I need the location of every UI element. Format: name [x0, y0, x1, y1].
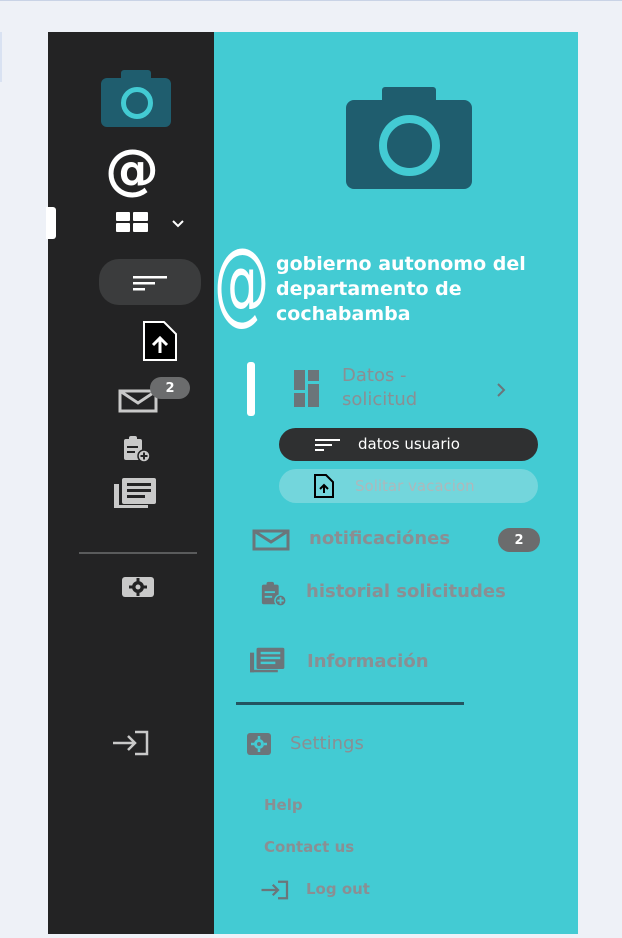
camera-icon [346, 87, 472, 189]
clipboard-add-icon[interactable] [122, 434, 152, 464]
news-icon [250, 647, 285, 673]
menu-item-label: Información [307, 651, 429, 672]
collapsed-sidebar: @ 2 [46, 32, 214, 934]
submenu-item-request-vacation[interactable]: Solitar vacacion [279, 469, 538, 503]
menu-item-settings[interactable]: Settings [246, 727, 446, 761]
menu-group-label: Datos - solicitud [342, 365, 418, 410]
menu-item-notifications[interactable]: notificaciónes 2 [252, 522, 542, 558]
group-active-indicator [247, 362, 255, 416]
logout-icon [261, 880, 289, 900]
rail-divider [79, 552, 197, 554]
upload-file-icon [314, 474, 334, 498]
help-link[interactable]: Help [264, 795, 303, 815]
sort-icon [133, 276, 167, 291]
expanded-sidebar: @ gobierno autonomo del departamento de … [214, 32, 578, 934]
panel-divider [236, 702, 464, 705]
submenu-item-label: Solitar vacacion [355, 477, 475, 495]
menu-item-label: historial solicitudes [306, 581, 506, 602]
logout-icon[interactable] [111, 730, 151, 756]
clipboard-add-icon [261, 581, 287, 607]
menu-item-history[interactable]: historial solicitudes [260, 576, 550, 612]
menu-group-datos-solicitud[interactable]: Datos - solicitud [294, 362, 514, 414]
sort-icon [315, 439, 340, 451]
notifications-badge: 2 [498, 528, 540, 552]
logout-button[interactable]: Log out [260, 876, 440, 906]
at-sign-icon: @ [105, 138, 159, 201]
at-sign-icon: @ [214, 228, 270, 335]
window-left-accent [0, 32, 2, 82]
dashboard-toggle[interactable] [116, 210, 192, 238]
menu-item-label: Settings [290, 733, 364, 754]
submenu-item-label: datos usuario [358, 435, 460, 453]
settings-icon [247, 733, 271, 755]
submenu-item-user-data[interactable]: datos usuario [279, 428, 538, 461]
dashboard-icon [116, 212, 148, 232]
menu-item-info[interactable]: Información [250, 642, 540, 682]
settings-icon[interactable] [120, 574, 156, 600]
menu-item-label: notificaciónes [309, 528, 451, 549]
dashboard-icon [294, 370, 319, 407]
chevron-right-icon [497, 383, 506, 397]
logout-label: Log out [306, 880, 370, 898]
messages-badge: 2 [150, 377, 190, 399]
window-top-border [0, 0, 622, 1]
chevron-down-icon [172, 220, 184, 228]
active-indicator [46, 207, 56, 239]
organization-name: gobierno autonomo del departamento de co… [276, 253, 526, 325]
upload-file-icon[interactable] [142, 320, 178, 362]
rail-item-user-data[interactable] [99, 259, 201, 305]
mail-icon [252, 529, 290, 551]
camera-icon [101, 70, 171, 127]
contact-link[interactable]: Contact us [264, 837, 354, 857]
news-icon[interactable] [114, 476, 158, 510]
